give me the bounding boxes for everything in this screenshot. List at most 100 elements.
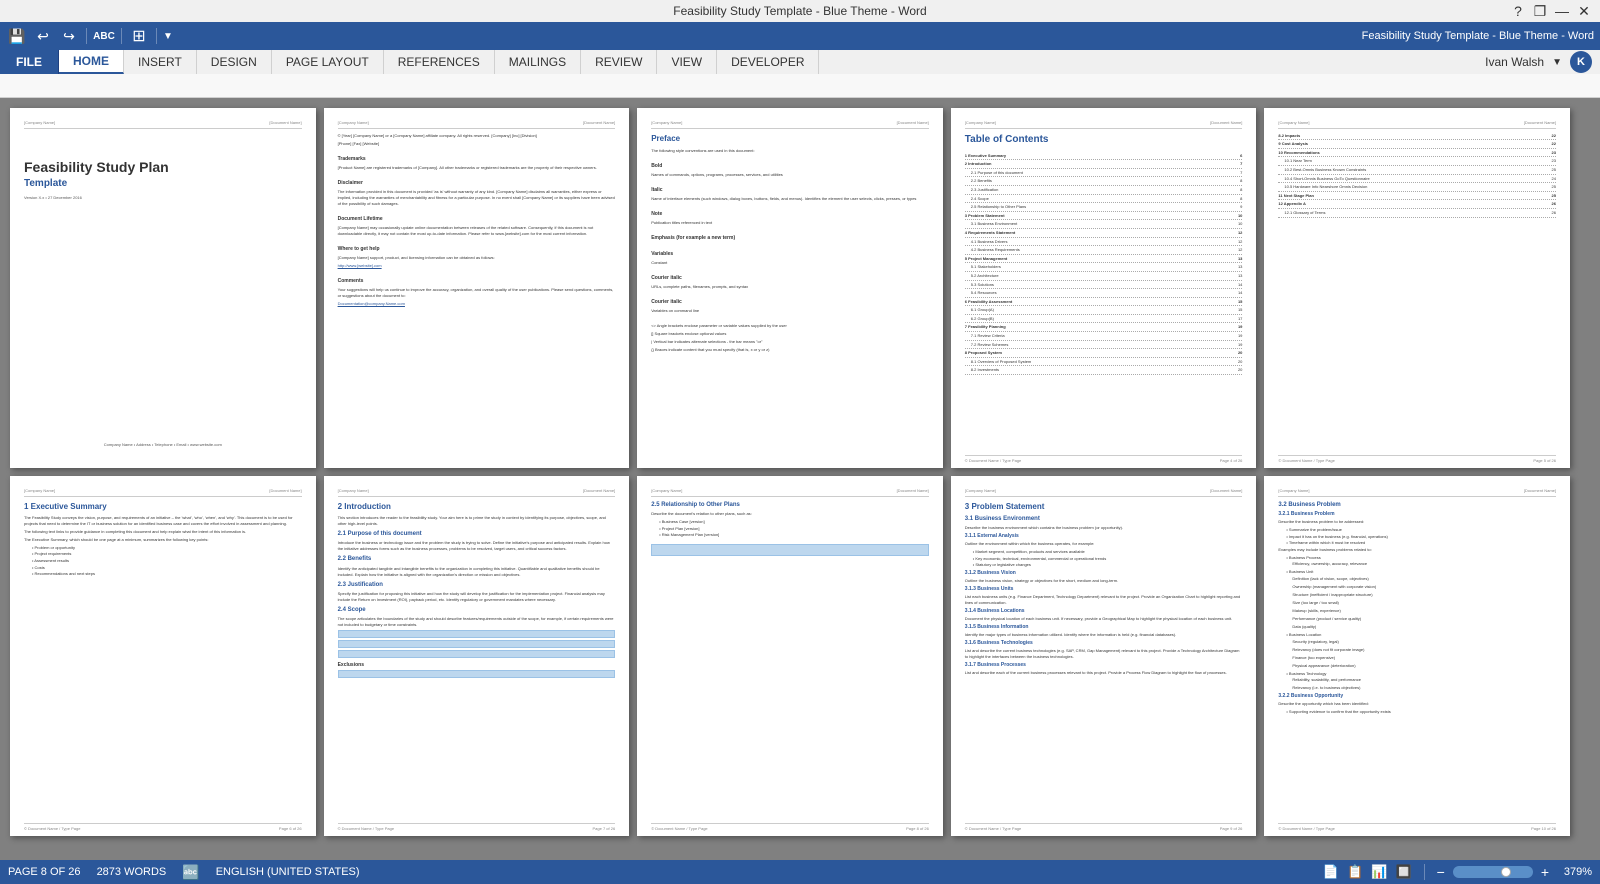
zoom-percent[interactable]: 379% bbox=[1557, 866, 1592, 878]
exec-bullet-4: Costs bbox=[24, 565, 302, 571]
restore-button[interactable]: ❐ bbox=[1532, 3, 1548, 19]
header-company-1: [Company Name] bbox=[24, 120, 55, 126]
save-icon[interactable]: 💾 bbox=[6, 25, 28, 47]
courier-label: Courier italic bbox=[651, 275, 929, 282]
scope-box1 bbox=[338, 630, 616, 638]
cover-content: Feasibility Study Plan Template Version … bbox=[24, 159, 302, 201]
footer-left-8: © Document Name / Type Page bbox=[651, 826, 707, 832]
user-dropdown-icon[interactable]: ▼ bbox=[1552, 57, 1562, 68]
format-icon[interactable]: ⊞ bbox=[128, 25, 150, 47]
spell-icon[interactable]: 🔤 bbox=[182, 864, 199, 881]
page6-header: [Company Name] [Document Name] bbox=[24, 488, 302, 497]
tab-home[interactable]: HOME bbox=[59, 50, 124, 74]
help-button[interactable]: ? bbox=[1510, 3, 1526, 19]
bp-unit-items: Definition (lack of vision, scope, objec… bbox=[1278, 576, 1556, 630]
customize-quick-access[interactable]: ▼ bbox=[163, 31, 173, 42]
footer-left-10: © Document Name / Type Page bbox=[1278, 826, 1334, 832]
footer-right-4: Page 4 of 26 bbox=[1220, 458, 1243, 464]
page-6-content: [Company Name] [Document Name] 1 Executi… bbox=[10, 476, 316, 836]
header-company-7: [Company Name] bbox=[338, 488, 369, 494]
exec-summary-body3: The Executive Summary, which should be o… bbox=[24, 537, 302, 543]
page8-header: [Company Name] [Document Name] bbox=[651, 488, 929, 497]
doc-lifetime-text: [Company Name] may occasionally update o… bbox=[338, 225, 616, 237]
page2-header: [Company Name] [Document Name] bbox=[338, 120, 616, 129]
toc-item-22: 2.2 Benefits8 bbox=[965, 178, 1243, 186]
tab-view[interactable]: VIEW bbox=[657, 50, 717, 74]
page10-footer: © Document Name / Type Page Page 10 of 2… bbox=[1278, 823, 1556, 832]
language: ENGLISH (UNITED STATES) bbox=[216, 866, 360, 878]
qa-separator2 bbox=[121, 28, 122, 44]
tab-mailings[interactable]: MAILINGS bbox=[495, 50, 581, 74]
page-1-content: [Company Name] [Document Name] Feasibili… bbox=[10, 108, 316, 468]
toc2-item-12: 12 Appendix A26 bbox=[1278, 201, 1556, 209]
tab-insert[interactable]: INSERT bbox=[124, 50, 197, 74]
page-8-content: [Company Name] [Document Name] 2.5 Relat… bbox=[637, 476, 943, 836]
bp-unit-4: Size (too large / too small) bbox=[1292, 600, 1556, 606]
toc-item-51: 5.1 Stakeholders13 bbox=[965, 264, 1243, 272]
toc-item-31: 3.1 Business Environment10 bbox=[965, 221, 1243, 229]
view-full-icon[interactable]: 📋 bbox=[1347, 864, 1363, 880]
address-text: [Phone] [Fax] [Website] bbox=[338, 141, 616, 147]
zoom-slider[interactable] bbox=[1453, 866, 1533, 878]
footer-left-9: © Document Name / Type Page bbox=[965, 826, 1021, 832]
minimize-button[interactable]: — bbox=[1554, 3, 1570, 19]
comments-text: Your suggestions will help us continue t… bbox=[338, 287, 616, 299]
page-8: [Company Name] [Document Name] 2.5 Relat… bbox=[637, 476, 943, 836]
spell-check-icon[interactable]: ABC bbox=[93, 25, 115, 47]
bp-tech-items: Reliability, scalability, and performanc… bbox=[1278, 677, 1556, 691]
header-doc-8: [Document Name] bbox=[897, 488, 929, 494]
header-company-10: [Company Name] bbox=[1278, 488, 1309, 494]
biz-tech-title: 3.1.6 Business Technologies bbox=[965, 640, 1243, 647]
toc-item-3: 3 Problem Statement10 bbox=[965, 213, 1243, 221]
where-to-help-heading: Where to get help bbox=[338, 246, 616, 253]
undo-icon[interactable]: ↩ bbox=[32, 25, 54, 47]
disclaimer-text: The information provided in this documen… bbox=[338, 189, 616, 207]
cover-footer: Company Name • Address • Telephone • Ema… bbox=[24, 442, 302, 448]
biz-vision-body: Outline the business vision, strategy or… bbox=[965, 578, 1243, 584]
biz-env-body: Describe the business environment which … bbox=[965, 525, 1243, 531]
toc-item-41: 4.1 Business Drivers12 bbox=[965, 239, 1243, 247]
bp-tech-2: Relevancy (i.e. to business objectives) bbox=[1292, 685, 1556, 691]
italic-desc: Name of interface elements (such windows… bbox=[651, 196, 929, 202]
bp-unit-5: Makeup (skills, experience) bbox=[1292, 608, 1556, 614]
view-outline-icon[interactable]: 🔲 bbox=[1395, 864, 1411, 880]
bp-unit-3: Structure (inefficient / inappropriate s… bbox=[1292, 592, 1556, 598]
header-company-8: [Company Name] bbox=[651, 488, 682, 494]
bp-unit-6: Performance (product / service quality) bbox=[1292, 616, 1556, 622]
quick-access-toolbar: 💾 ↩ ↪ ABC ⊞ ▼ Feasibility Study Template… bbox=[0, 22, 1600, 50]
file-button[interactable]: FILE bbox=[0, 50, 59, 74]
exec-bullet-5: Recommendations and next steps bbox=[24, 571, 302, 577]
close-button[interactable]: ✕ bbox=[1576, 3, 1592, 19]
view-print-icon[interactable]: 📄 bbox=[1323, 864, 1339, 880]
zoom-thumb[interactable] bbox=[1501, 867, 1511, 877]
user-avatar[interactable]: K bbox=[1570, 51, 1592, 73]
header-doc-4: [Document Name] bbox=[1210, 120, 1242, 126]
biz-locations-body: Document the physical location of each b… bbox=[965, 616, 1243, 622]
toc2-item-11: 11 Next Stage Plan25 bbox=[1278, 193, 1556, 201]
header-doc-9: [Document Name] bbox=[1210, 488, 1242, 494]
toc-item-61: 6.1 Group(A)15 bbox=[965, 307, 1243, 315]
bp-loc-3: Finance (too expensive) bbox=[1292, 655, 1556, 661]
page-info: PAGE 8 OF 26 bbox=[8, 866, 81, 878]
page7-header: [Company Name] [Document Name] bbox=[338, 488, 616, 497]
bp-unit-1: Definition (lack of vision, scope, objec… bbox=[1292, 576, 1556, 582]
zoom-in-btn[interactable]: + bbox=[1541, 864, 1549, 880]
toc-item-6: 6 Feasibility Assessment15 bbox=[965, 299, 1243, 307]
tab-developer[interactable]: DEVELOPER bbox=[717, 50, 819, 74]
justification-title: 2.3 Justification bbox=[338, 581, 616, 589]
zoom-out-btn[interactable]: − bbox=[1437, 864, 1445, 880]
footer-left-5: © Document Name / Type Page bbox=[1278, 458, 1334, 464]
tab-review[interactable]: REVIEW bbox=[581, 50, 657, 74]
biz-units-title: 3.1.3 Business Units bbox=[965, 586, 1243, 593]
header-doc-2: [Document Name] bbox=[583, 120, 615, 126]
tab-design[interactable]: DESIGN bbox=[197, 50, 272, 74]
tab-page-layout[interactable]: PAGE LAYOUT bbox=[272, 50, 384, 74]
redo-icon[interactable]: ↪ bbox=[58, 25, 80, 47]
document-area[interactable]: [Company Name] [Document Name] Feasibili… bbox=[0, 98, 1600, 860]
tab-references[interactable]: REFERENCES bbox=[384, 50, 495, 74]
page-3: [Company Name] [Document Name] Preface T… bbox=[637, 108, 943, 468]
status-bar: PAGE 8 OF 26 2873 WORDS 🔤 ENGLISH (UNITE… bbox=[0, 860, 1600, 884]
view-web-icon[interactable]: 📊 bbox=[1371, 864, 1387, 880]
scope-box2 bbox=[338, 640, 616, 648]
footer-right-8: Page 8 of 26 bbox=[906, 826, 929, 832]
